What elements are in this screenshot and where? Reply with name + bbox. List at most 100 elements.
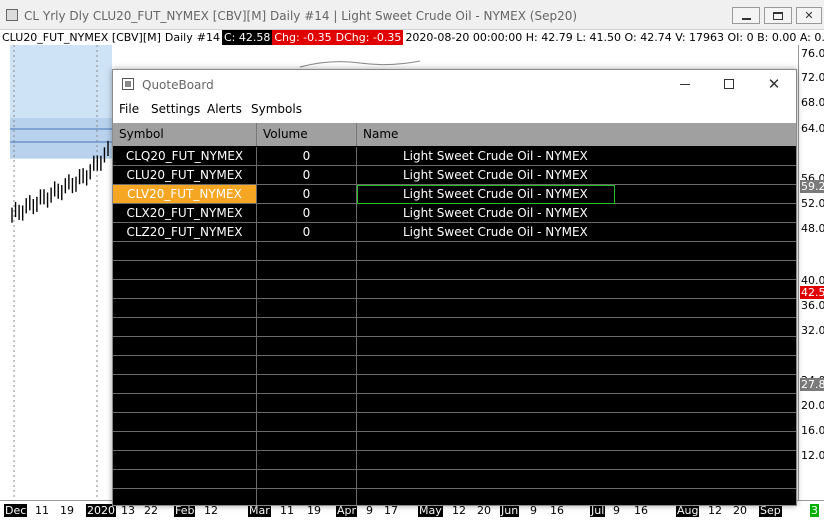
empty-table-row[interactable]: [113, 470, 796, 489]
minimize-icon: [680, 83, 690, 85]
cell-name[interactable]: Light Sweet Crude Oil - NYMEX: [357, 166, 796, 184]
cell-symbol[interactable]: [113, 299, 257, 317]
table-row[interactable]: CLZ20_FUT_NYMEX 0 Light Sweet Crude Oil - …: [113, 223, 796, 242]
empty-table-row[interactable]: [113, 356, 796, 375]
cell-volume[interactable]: [257, 432, 357, 450]
empty-table-row[interactable]: [113, 261, 796, 280]
column-header-name[interactable]: Name: [357, 123, 796, 146]
cell-symbol[interactable]: [113, 318, 257, 336]
cell-symbol[interactable]: CLU20_FUT_NYMEX: [113, 166, 257, 184]
empty-table-row[interactable]: [113, 394, 796, 413]
cell-symbol[interactable]: [113, 337, 257, 355]
cell-name[interactable]: [357, 451, 796, 469]
empty-table-row[interactable]: [113, 299, 796, 318]
quoteboard-maximize-button[interactable]: [719, 76, 739, 92]
cell-symbol[interactable]: CLQ20_FUT_NYMEX: [113, 147, 257, 165]
maximize-icon: [724, 79, 734, 89]
menu-symbols[interactable]: Symbols: [251, 102, 302, 116]
cell-volume[interactable]: [257, 375, 357, 393]
cell-name[interactable]: [357, 356, 796, 374]
quoteboard-close-button[interactable]: ✕: [764, 76, 784, 92]
cell-name[interactable]: [357, 394, 796, 412]
cell-symbol[interactable]: [113, 451, 257, 469]
cell-volume[interactable]: [257, 356, 357, 374]
price-axis-label: 72.00: [801, 71, 824, 84]
quote-grid[interactable]: Symbol Volume Name CLQ20_FUT_NYMEX 0 Light…: [113, 123, 796, 505]
cell-volume[interactable]: [257, 261, 357, 279]
empty-table-row[interactable]: [113, 318, 796, 337]
cell-symbol[interactable]: [113, 432, 257, 450]
cell-volume[interactable]: [257, 337, 357, 355]
quoteboard-minimize-button[interactable]: [675, 76, 695, 92]
cell-name[interactable]: Light Sweet Crude Oil - NYMEX: [357, 223, 796, 241]
date-axis-label: 11: [35, 504, 49, 517]
cell-symbol[interactable]: CLZ20_FUT_NYMEX: [113, 223, 257, 241]
table-row[interactable]: CLU20_FUT_NYMEX 0 Light Sweet Crude Oil - …: [113, 166, 796, 185]
quoteboard-window: QuoteBoard ✕ File Settings Alerts Symbol…: [112, 69, 797, 506]
cell-volume[interactable]: 0: [257, 166, 357, 184]
status-symbol: CLU20_FUT_NYMEX [CBV][M]: [2, 31, 161, 44]
empty-table-row[interactable]: [113, 280, 796, 299]
quoteboard-titlebar: QuoteBoard ✕: [113, 70, 796, 100]
cell-name[interactable]: [357, 413, 796, 431]
cell-name[interactable]: [357, 280, 796, 298]
cell-name[interactable]: [357, 242, 796, 260]
cell-symbol[interactable]: [113, 261, 257, 279]
minimize-button[interactable]: [732, 7, 760, 24]
cell-symbol[interactable]: [113, 280, 257, 298]
empty-table-row[interactable]: [113, 451, 796, 470]
column-header-volume[interactable]: Volume: [257, 123, 357, 146]
cell-volume[interactable]: [257, 280, 357, 298]
cell-volume[interactable]: [257, 242, 357, 260]
cell-symbol[interactable]: [113, 489, 257, 505]
cell-name[interactable]: Light Sweet Crude Oil - NYMEX: [357, 204, 796, 222]
cell-symbol[interactable]: CLX20_FUT_NYMEX: [113, 204, 257, 222]
cell-volume[interactable]: 0: [257, 204, 357, 222]
cell-symbol[interactable]: [113, 394, 257, 412]
cell-symbol[interactable]: CLV20_FUT_NYMEX: [113, 185, 257, 203]
close-button[interactable]: ✕: [796, 7, 822, 24]
cell-volume[interactable]: [257, 451, 357, 469]
cell-volume[interactable]: [257, 413, 357, 431]
cell-name[interactable]: [357, 470, 796, 488]
cell-volume[interactable]: [257, 318, 357, 336]
menu-file[interactable]: File: [119, 102, 139, 116]
empty-table-row[interactable]: [113, 413, 796, 432]
empty-table-row[interactable]: [113, 375, 796, 394]
cell-volume[interactable]: [257, 470, 357, 488]
cell-symbol[interactable]: [113, 413, 257, 431]
cell-name[interactable]: [357, 432, 796, 450]
cell-symbol[interactable]: [113, 356, 257, 374]
cell-name[interactable]: Light Sweet Crude Oil - NYMEX: [357, 147, 796, 165]
cell-name[interactable]: [357, 375, 796, 393]
cell-name[interactable]: [357, 337, 796, 355]
cell-volume[interactable]: [257, 394, 357, 412]
table-row[interactable]: CLV20_FUT_NYMEX 0 Light Sweet Crude Oil - …: [113, 185, 796, 204]
empty-table-row[interactable]: [113, 242, 796, 261]
empty-table-row[interactable]: [113, 489, 796, 505]
cell-name[interactable]: [357, 261, 796, 279]
empty-table-row[interactable]: [113, 432, 796, 451]
menu-alerts[interactable]: Alerts: [207, 102, 242, 116]
table-row[interactable]: CLX20_FUT_NYMEX 0 Light Sweet Crude Oil - …: [113, 204, 796, 223]
cell-volume[interactable]: 0: [257, 223, 357, 241]
cell-symbol[interactable]: [113, 375, 257, 393]
cell-symbol[interactable]: [113, 242, 257, 260]
cell-volume[interactable]: 0: [257, 147, 357, 165]
maximize-icon: [773, 11, 783, 20]
cell-name[interactable]: [357, 318, 796, 336]
price-axis-label: 76.00: [801, 47, 824, 60]
cell-volume[interactable]: [257, 489, 357, 505]
empty-table-row[interactable]: [113, 337, 796, 356]
status-number: #14: [196, 31, 220, 44]
table-row[interactable]: CLQ20_FUT_NYMEX 0 Light Sweet Crude Oil - …: [113, 147, 796, 166]
cell-symbol[interactable]: [113, 470, 257, 488]
maximize-button[interactable]: [764, 7, 792, 24]
cell-volume[interactable]: [257, 299, 357, 317]
cell-volume[interactable]: 0: [257, 185, 357, 203]
cell-name[interactable]: [357, 489, 796, 505]
price-axis: 76.0072.0068.0064.0056.0052.0048.0040.00…: [798, 45, 824, 500]
column-header-symbol[interactable]: Symbol: [113, 123, 257, 146]
cell-name[interactable]: [357, 299, 796, 317]
menu-settings[interactable]: Settings: [151, 102, 200, 116]
